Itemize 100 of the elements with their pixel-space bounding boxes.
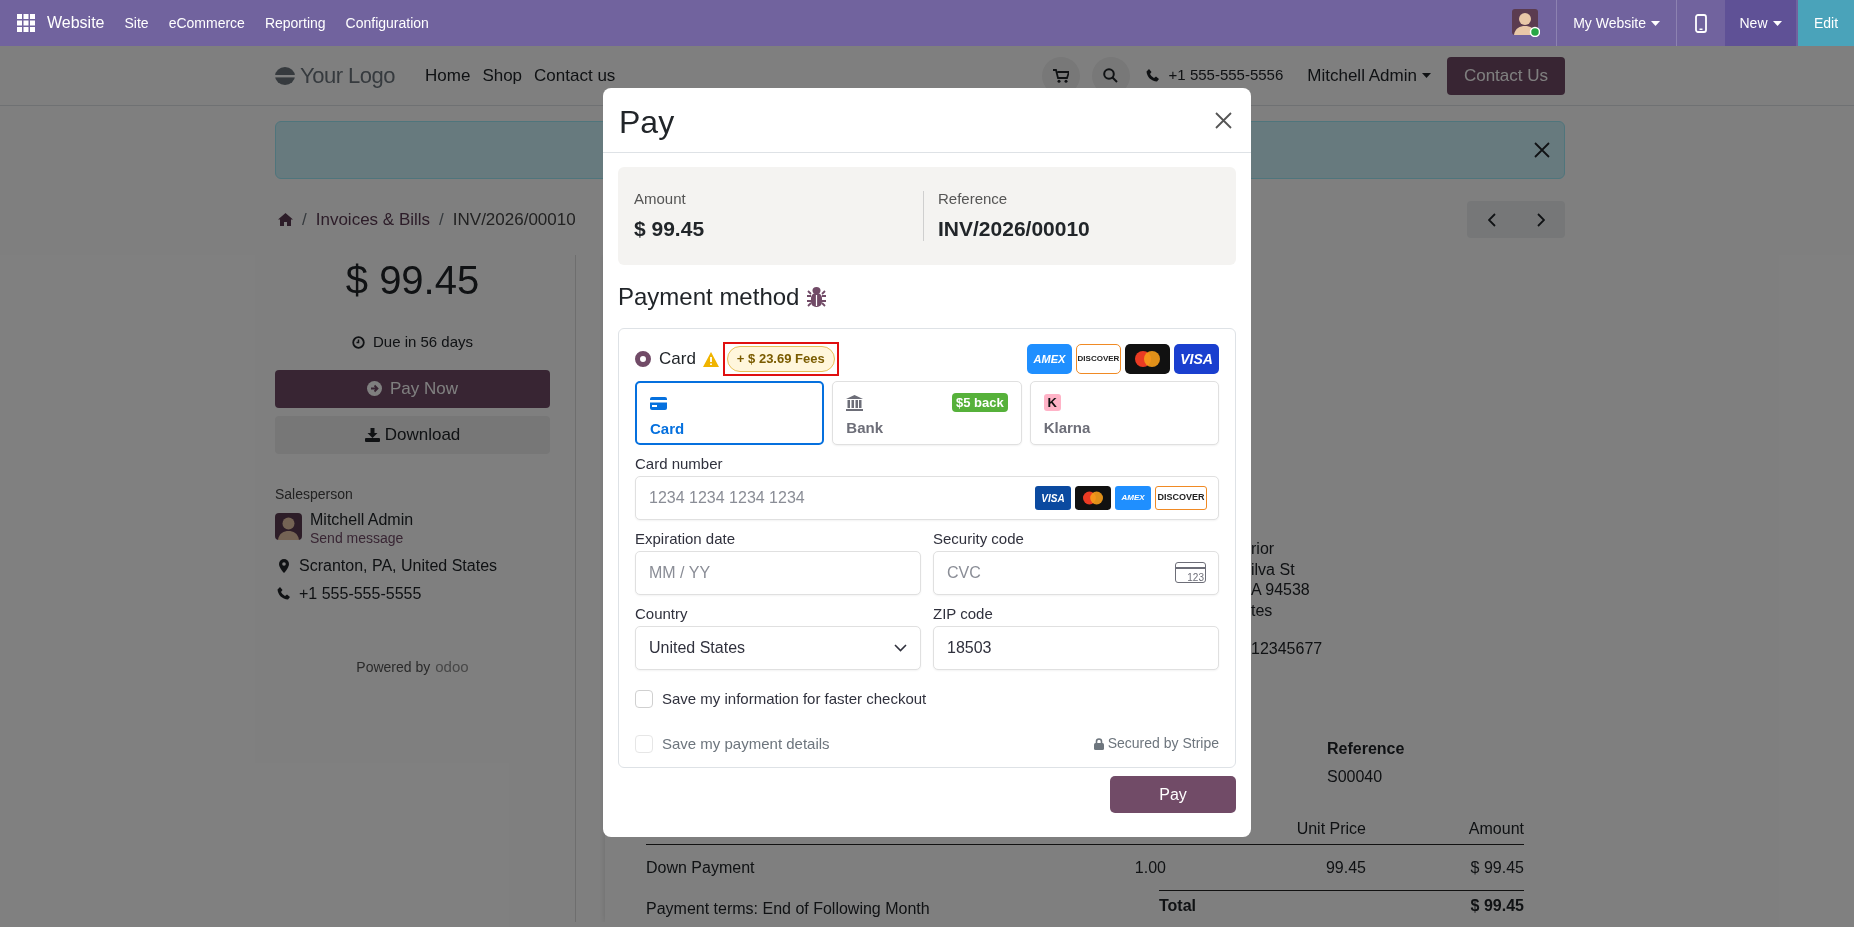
apps-menu-icon[interactable] [17,14,35,32]
card-brand-logo [1125,344,1170,374]
logo-icon [275,66,295,85]
header-phone[interactable]: +1 555-555-5556 [1168,64,1284,87]
table-cell-text: $ 99.45 [1469,857,1524,877]
table-cell-text: 99.45 [1324,857,1366,877]
column-header: Unit Price [1295,818,1366,838]
top-menu-item[interactable]: Site [124,12,149,34]
user-avatar[interactable] [1512,9,1541,37]
breadcrumb-separator: / [302,208,307,231]
section-title: Payment method [618,282,800,312]
caret-icon [1421,73,1431,78]
cart-icon [1052,68,1069,83]
secured-note: Secured by Stripe [1107,734,1219,754]
payment-tab[interactable]: K Klarna [1029,381,1219,445]
clock-icon [351,335,365,349]
salesperson-name: Mitchell Admin [310,509,414,530]
pay-now-button[interactable]: Pay Now [275,369,550,408]
checkbox[interactable] [635,690,653,709]
address-line: ilva St [1251,559,1296,580]
top-menu-item[interactable]: Configuration [345,12,429,34]
close-icon[interactable] [1215,111,1232,129]
arrow-circle-icon [367,381,382,396]
caret-icon [1651,20,1660,26]
new-button[interactable]: New [1725,0,1796,46]
payment-terms: Payment terms: End of Following Month [646,898,930,918]
total-label: Total [1159,895,1197,916]
card-brand-logo: AMEX [1115,486,1151,510]
address: Scranton, PA, United States [299,555,498,576]
tax-id: 12345677 [1251,639,1324,659]
top-menu-item[interactable]: eCommerce [168,12,245,34]
card-brand-logo: VISA [1174,344,1219,374]
card-brand-logo: DISCOVER [1076,344,1121,374]
checkbox-label: Save my payment details [662,733,830,754]
lock-icon [1093,737,1104,750]
home-icon[interactable] [278,213,293,226]
field-label: Amount [634,189,687,209]
klarna-logo: K [1043,394,1061,411]
site-logo[interactable]: Your Logo [300,59,395,92]
breadcrumb-current: INV/2026/00010 [452,208,576,231]
breadcrumb-separator: / [439,208,444,231]
phone-number: +1 555-555-5555 [299,583,422,604]
country-select[interactable]: United States [635,626,921,670]
dialog-title: Pay [619,103,675,142]
field-label: Card number [635,455,724,472]
field-label: ZIP code [933,605,994,622]
card-brand-logo: VISA [1035,486,1071,510]
reference-value: INV/2026/00010 [938,215,1090,242]
field-label: Expiration date [635,530,737,547]
expiry-field[interactable]: MM / YY [635,551,921,595]
payment-option-label[interactable]: Card [659,346,696,372]
payment-tab[interactable]: Card [635,381,825,445]
payment-tab[interactable]: $5 back Bank [832,381,1022,445]
nav-link[interactable]: Contact us [534,62,616,89]
mobile-preview-icon[interactable] [1695,13,1707,33]
section-label: Salesperson [275,484,354,504]
send-message-link[interactable]: Send message [310,529,414,547]
zip-code-field[interactable]: 18503 [933,626,1219,670]
address-line: A 94538 [1251,580,1311,600]
edit-button[interactable]: Edit [1798,0,1854,46]
download-button[interactable]: Download [275,415,550,454]
field-label: Reference [938,189,1009,209]
promo-badge: $5 back [951,393,1008,412]
nav-link[interactable]: Shop [482,62,523,89]
table-cell: Down Payment [646,857,755,877]
previous-icon[interactable] [1487,212,1496,227]
invoice-amount: $ 99.45 [345,257,480,304]
phone-icon [277,587,290,600]
cvc-card-icon: 123 [1175,562,1206,583]
card-brand-logo: AMEX [1027,344,1072,374]
contact-us-button[interactable]: Contact Us [1446,56,1565,95]
powered-by-text: Powered by [356,657,431,677]
next-icon[interactable] [1536,212,1545,227]
nav-link[interactable]: Home [425,62,471,89]
radio-button[interactable] [635,351,651,367]
total-value: $ 99.45 [1470,895,1524,916]
checkbox-label[interactable]: Save my information for faster checkout [662,688,927,711]
app-name[interactable]: Website [47,11,105,35]
avatar [275,512,302,540]
field-label: Security code [933,530,1025,547]
map-pin-icon [279,558,289,573]
amount-value: $ 99.45 [634,215,706,242]
due-date: Due in 56 days [372,332,474,352]
close-icon[interactable] [1534,142,1550,158]
user-menu[interactable]: Mitchell Admin [1307,62,1431,89]
chevron-down-icon [894,644,907,652]
address-line: rior [1251,539,1276,559]
bank-icon [846,394,864,411]
table-cell: 1.00 [1134,857,1166,877]
address-line: tes [1251,600,1274,621]
field-label: Reference [1327,738,1406,759]
top-menu-item[interactable]: Reporting [264,12,326,34]
pay-button[interactable]: Pay [1110,776,1236,813]
caret-icon [1772,20,1782,26]
breadcrumb-link[interactable]: Invoices & Bills [315,206,431,233]
card-brand-logo [1075,486,1111,510]
reference-value: S00040 [1327,766,1384,787]
fee-badge: + $ 23.69 Fees [726,346,835,372]
bug-icon [806,286,828,308]
search-icon [1103,68,1119,83]
